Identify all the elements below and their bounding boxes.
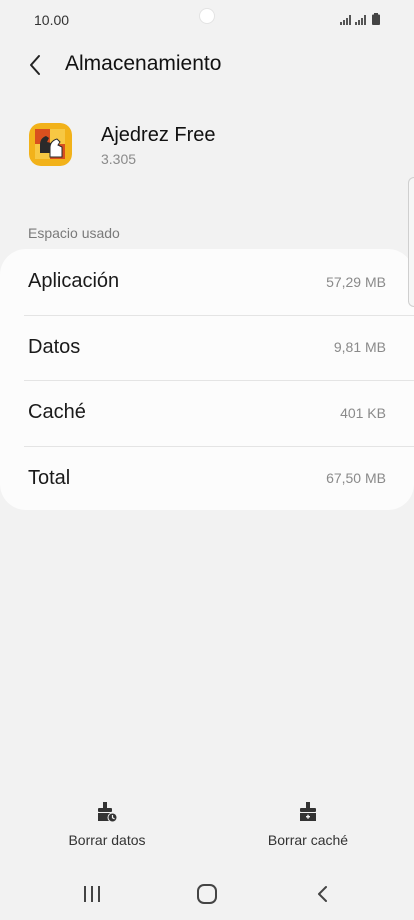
status-time: 10.00 [34,12,70,28]
clear-data-label: Borrar datos [68,832,146,848]
nav-back-button[interactable] [303,880,343,908]
chevron-left-icon [30,55,40,75]
page-title: Almacenamiento [65,52,222,75]
bottom-actions: Borrar datos Borrar caché [0,800,414,860]
row-label: Aplicación [28,270,120,293]
edge-panel-handle[interactable] [408,177,414,307]
clear-cache-button[interactable]: Borrar caché [238,800,378,848]
app-name: Ajedrez Free [101,124,216,146]
row-value: 401 KB [340,404,386,421]
back-icon [318,886,327,902]
app-info: Ajedrez Free 3.305 [0,115,414,185]
broom-icon [300,802,316,821]
clear-data-button[interactable]: Borrar datos [37,800,177,848]
storage-row-cache: Caché 401 KB [24,380,414,446]
storage-card: Aplicación 57,29 MB Datos 9,81 MB Caché … [0,249,414,510]
signal-icon [340,15,351,25]
camera-cutout [199,8,215,24]
row-value: 57,29 MB [326,273,386,290]
clear-cache-label: Borrar caché [267,832,349,848]
row-label: Caché [28,401,86,424]
section-label: Espacio usado [28,225,120,241]
signal-icon-2 [355,15,366,25]
back-button[interactable] [18,48,52,82]
chess-app-icon [29,123,72,166]
row-value: 9,81 MB [333,339,386,356]
status-bar: 10.00 [0,0,414,40]
row-value: 67,50 MB [326,470,386,487]
recents-button[interactable] [72,880,112,908]
row-label: Datos [28,335,81,358]
storage-row-data: Datos 9,81 MB [24,314,414,381]
broom-clock-icon [98,802,118,823]
battery-icon [372,13,380,25]
status-icons [340,13,380,25]
app-version: 3.305 [101,151,137,167]
home-button[interactable] [187,880,227,908]
storage-row-total: Total 67,50 MB [24,445,414,512]
navigation-bar [0,868,414,920]
header: Almacenamiento [0,40,414,88]
storage-row-app: Aplicación 57,29 MB [28,249,390,315]
row-label: Total [28,466,71,489]
recents-icon [84,886,100,902]
home-icon [197,884,217,904]
